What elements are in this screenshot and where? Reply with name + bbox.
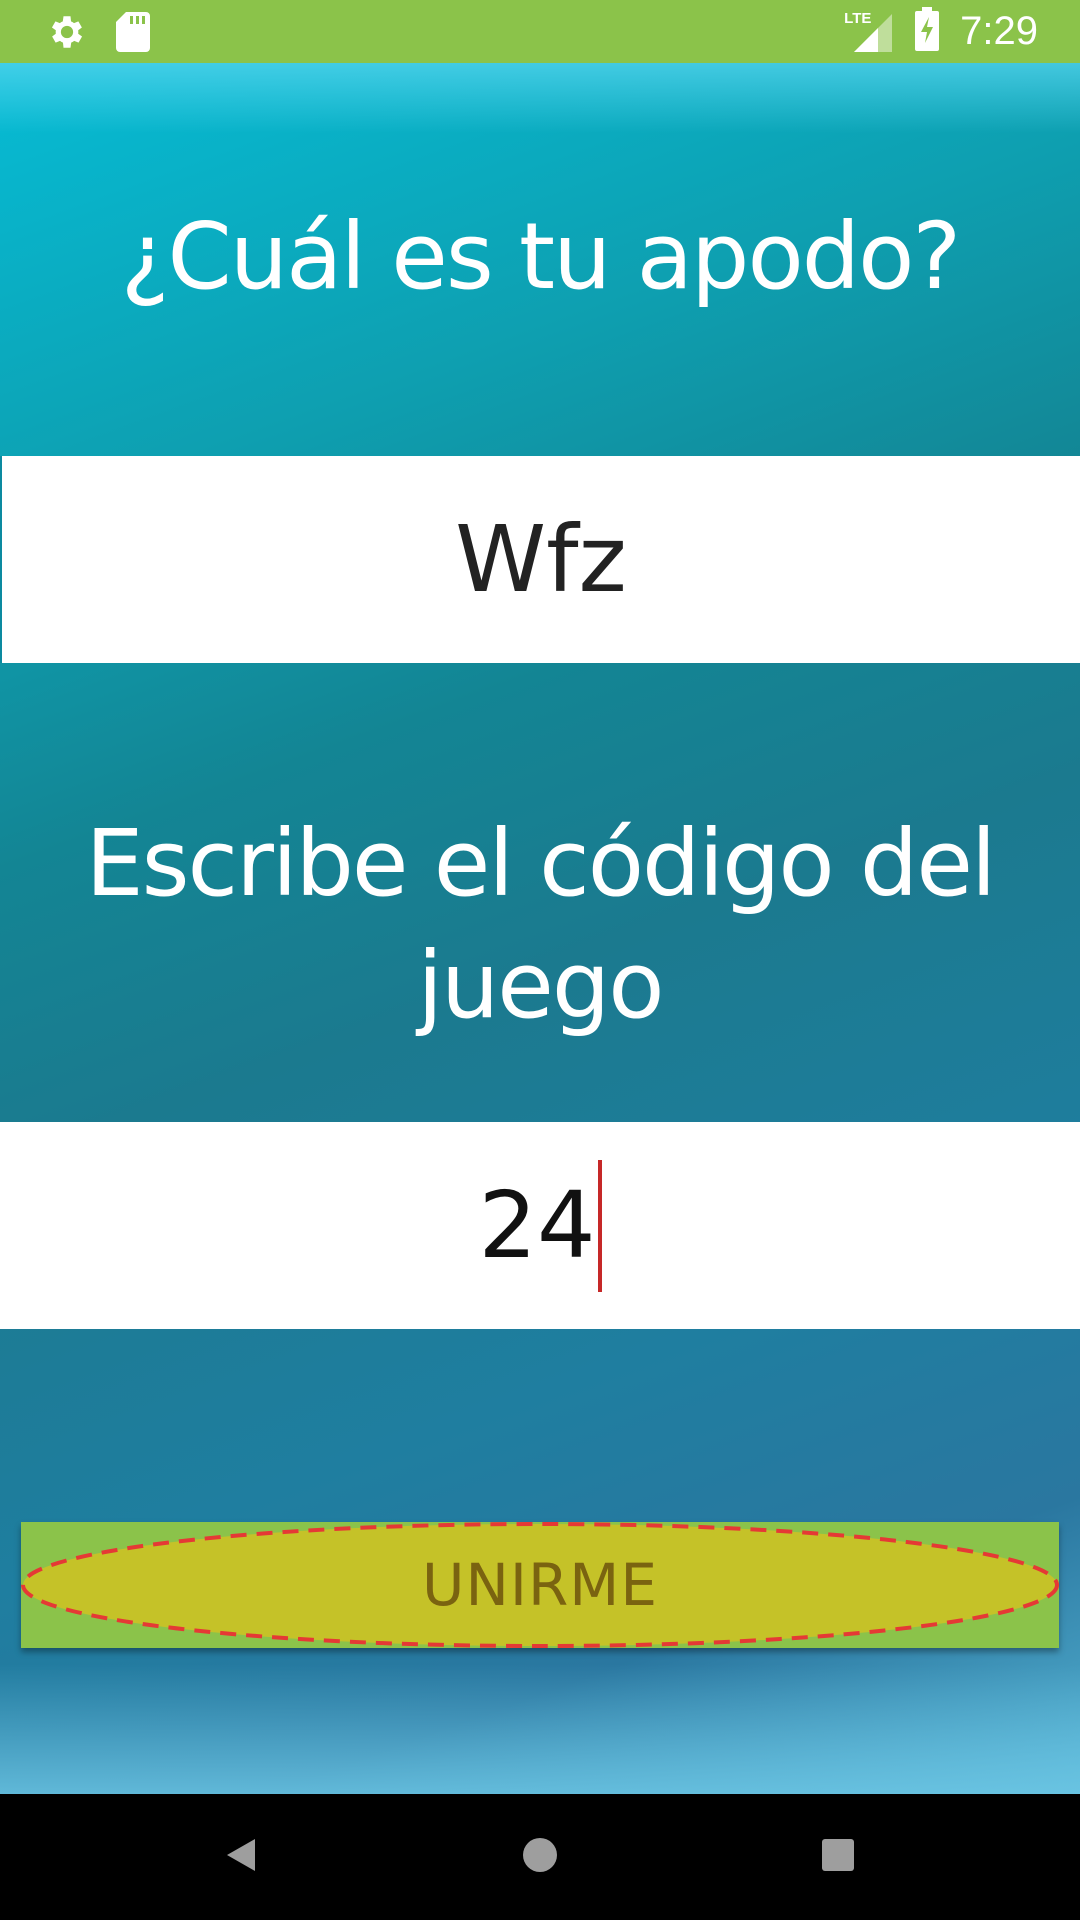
status-bar: LTE 7:29	[0, 0, 1080, 63]
game-code-field[interactable]: 24	[0, 1122, 1080, 1329]
game-code-value: 24	[478, 1172, 596, 1279]
battery-charging-icon	[914, 7, 940, 56]
back-button[interactable]	[181, 1794, 301, 1920]
recents-icon	[821, 1838, 855, 1877]
text-caret	[597, 1159, 602, 1292]
sd-card-icon	[116, 12, 150, 57]
home-button[interactable]	[480, 1794, 600, 1920]
navigation-bar	[0, 1794, 1080, 1920]
nickname-field[interactable]: Wfz	[0, 456, 1080, 663]
status-right-icons: LTE 7:29	[844, 0, 1038, 63]
nickname-value: Wfz	[455, 506, 627, 613]
status-left-icons	[46, 11, 150, 58]
game-code-prompt: Escribe el código del juego	[85, 810, 997, 1039]
gear-icon	[46, 11, 88, 58]
recents-button[interactable]	[778, 1794, 898, 1920]
join-button[interactable]: UNIRME	[21, 1522, 1059, 1648]
join-game-screen: ¿Cuál es tu apodo? Wfz Escribe el código…	[0, 63, 1080, 1794]
nickname-prompt: ¿Cuál es tu apodo?	[120, 203, 962, 310]
clock: 7:29	[960, 9, 1038, 53]
home-icon	[522, 1837, 558, 1878]
back-icon	[223, 1835, 259, 1880]
join-button-label: UNIRME	[422, 1551, 658, 1619]
lte-signal-icon: LTE	[844, 10, 894, 54]
